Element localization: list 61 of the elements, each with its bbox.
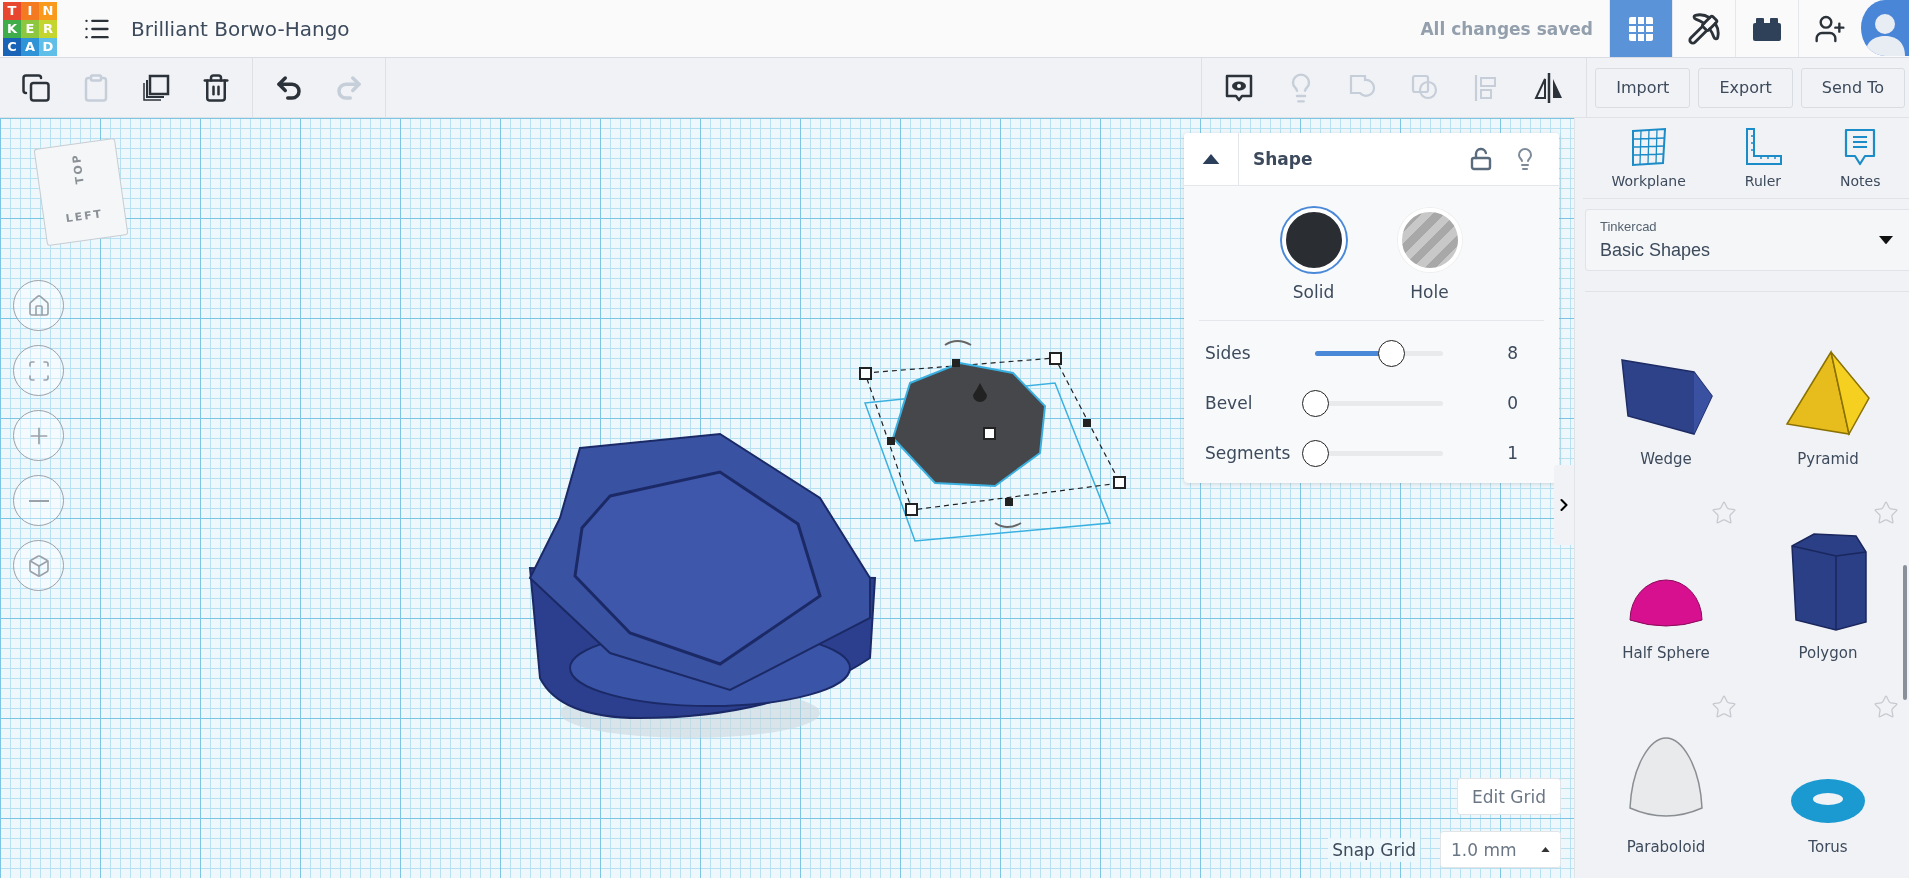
shape-tile[interactable]: Polygon: [1747, 490, 1909, 684]
parameter-label: Bevel: [1205, 393, 1254, 413]
pickaxe-icon: [1687, 11, 1721, 46]
mode-label: Solid: [1292, 282, 1335, 302]
shape-tile[interactable]: Torus: [1747, 684, 1909, 878]
triangle-up-icon: [1202, 153, 1220, 165]
workplane-grid[interactable]: TOP LEFT Shape Solid Hole Sides 8 Bevel 0 Segments 1 Edit Grid Snap Grid 1.0 mm: [0, 118, 1574, 878]
library-name: Basic Shapes: [1600, 239, 1712, 261]
tinkercad-logo[interactable]: T I N K E R C A D: [3, 1, 57, 56]
shape-tile[interactable]: Paraboloid: [1585, 684, 1747, 878]
project-title[interactable]: Brilliant Borwo-Hango: [131, 16, 350, 41]
perspective-button[interactable]: [13, 540, 64, 591]
home-view-button[interactable]: [13, 280, 64, 331]
action-button[interactable]: Import: [1595, 67, 1691, 108]
minus-icon: [28, 499, 49, 502]
sidebar-tool-button[interactable]: Ruler: [1742, 126, 1783, 189]
parameter-value: 1: [1507, 443, 1518, 463]
zoom-in-button[interactable]: [13, 410, 64, 461]
shape-tile[interactable]: Wedge: [1585, 296, 1747, 490]
caret-down-icon: [1879, 235, 1893, 244]
avatar[interactable]: [1861, 0, 1909, 56]
unlock-icon[interactable]: [1469, 147, 1493, 171]
star-icon[interactable]: [1873, 694, 1899, 720]
copy-icon: [21, 72, 51, 103]
snap-grid-select[interactable]: 1.0 mm: [1440, 831, 1561, 868]
slider-thumb[interactable]: [1377, 339, 1405, 367]
sidebar-toggle-tab[interactable]: [1554, 465, 1574, 545]
slider-thumb[interactable]: [1302, 389, 1329, 417]
cube-face-label: TOP: [69, 152, 87, 185]
slider-thumb[interactable]: [1302, 439, 1329, 467]
cube-icon: [26, 553, 51, 578]
snap-grid-label: Snap Grid: [1328, 837, 1420, 862]
edit-grid-button[interactable]: Edit Grid: [1457, 778, 1561, 815]
parameter-label: Sides: [1205, 343, 1252, 363]
scrollbar-thumb[interactable]: [1903, 565, 1907, 700]
zoom-out-button[interactable]: [13, 475, 64, 526]
star-icon[interactable]: [1873, 500, 1899, 526]
parameter-value: 8: [1507, 343, 1518, 363]
parameter-value: 0: [1507, 393, 1518, 413]
shape-mode-option[interactable]: Hole: [1397, 208, 1462, 302]
cube-face-label: LEFT: [64, 206, 104, 225]
library-provider: Tinkercad: [1600, 218, 1658, 234]
shape-tile[interactable]: Pyramid: [1747, 296, 1909, 490]
sidebar-tool-button[interactable]: Workplane: [1611, 126, 1686, 189]
panel-title: Shape: [1253, 149, 1314, 169]
star-icon[interactable]: [1711, 500, 1737, 526]
fit-view-icon: [26, 358, 51, 383]
star-icon[interactable]: [1711, 694, 1737, 720]
action-button[interactable]: Send To: [1800, 67, 1905, 108]
save-status: All changes saved: [1420, 18, 1593, 39]
shape-mode-option[interactable]: Solid: [1281, 208, 1346, 302]
home-icon: [26, 293, 51, 318]
shape-tile[interactable]: Half Sphere: [1585, 490, 1747, 684]
shape-library-dropdown[interactable]: Tinkercad Basic Shapes: [1585, 208, 1909, 271]
fit-view-button[interactable]: [13, 345, 64, 396]
action-button[interactable]: Export: [1698, 67, 1793, 108]
sidebar-tool-button[interactable]: Notes: [1840, 126, 1881, 189]
trash-icon: [201, 72, 231, 103]
caret-up-icon: [1541, 846, 1550, 853]
parameter-label: Segments: [1205, 443, 1292, 463]
mode-label: Hole: [1410, 282, 1449, 302]
